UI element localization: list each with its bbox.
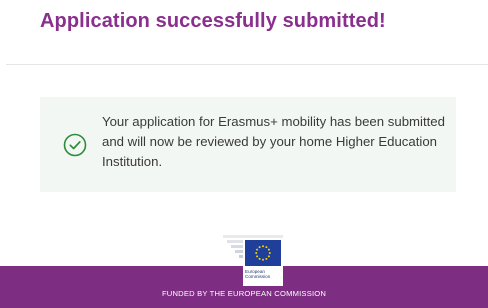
success-message-text: Your application for Erasmus+ mobility h… [102,114,445,169]
ec-logo-text: European Commission [245,269,271,279]
page-title: Application successfully submitted! [40,10,386,32]
title-divider [6,64,488,65]
check-circle-icon [63,133,87,157]
footer-funded-text: FUNDED BY THE EUROPEAN COMMISSION [161,289,327,298]
success-message-box: Your application for Erasmus+ mobility h… [40,97,456,192]
